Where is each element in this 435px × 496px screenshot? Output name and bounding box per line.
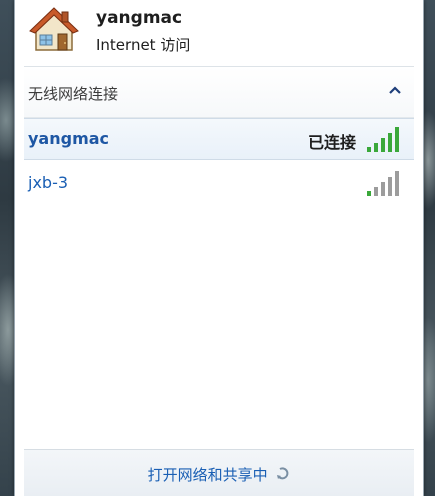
current-connection: yangmac Internet 访问 — [24, 0, 414, 67]
collapse-button[interactable] — [386, 81, 404, 99]
signal-strength-gray-icon — [367, 171, 399, 196]
busy-cursor-icon — [277, 467, 289, 480]
footer: 打开网络和共享中 — [24, 449, 414, 496]
wireless-section-header[interactable]: 无线网络连接 — [24, 67, 414, 118]
chevron-up-icon — [389, 86, 401, 94]
network-flyout: yangmac Internet 访问 无线网络连接 yangmac 已连接 j… — [14, 0, 424, 496]
home-network-icon — [29, 7, 79, 51]
connection-status: Internet 访问 — [96, 36, 191, 54]
network-item-jxb-3[interactable]: jxb-3 — [24, 163, 414, 203]
network-item-yangmac[interactable]: yangmac 已连接 — [24, 118, 414, 160]
signal-strength-full-green-icon — [367, 127, 399, 152]
section-title: 无线网络连接 — [28, 85, 119, 103]
network-state: 已连接 — [307, 133, 356, 152]
network-name: yangmac — [28, 129, 110, 148]
open-network-sharing-center-link[interactable]: 打开网络和共享中 — [24, 464, 414, 485]
connection-name: yangmac — [96, 8, 183, 28]
network-name: jxb-3 — [28, 173, 69, 192]
footer-link-text: 打开网络和共享中 — [147, 466, 268, 484]
